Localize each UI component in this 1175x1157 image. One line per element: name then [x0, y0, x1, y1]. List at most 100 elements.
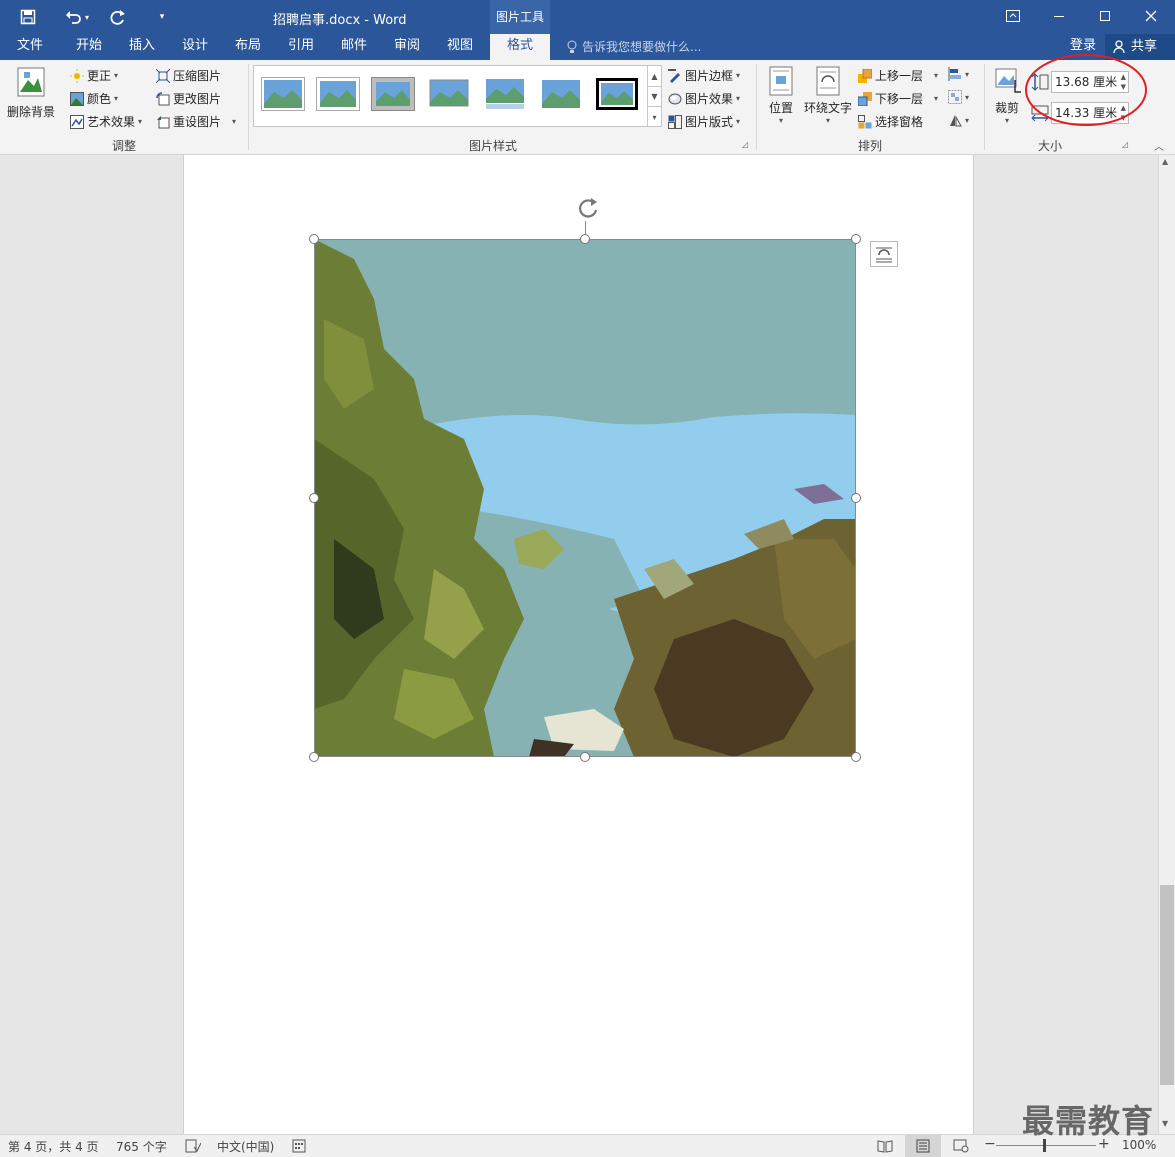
- read-mode-icon[interactable]: [877, 1139, 893, 1153]
- scroll-up-icon[interactable]: ▲: [1162, 157, 1168, 166]
- picture-style-4[interactable]: [428, 78, 470, 110]
- remove-background-button[interactable]: 删除背景: [4, 66, 58, 120]
- picture-style-6[interactable]: [540, 78, 582, 110]
- send-backward-label: 下移一层: [875, 92, 924, 106]
- vertical-scrollbar[interactable]: ▲ ▼: [1158, 155, 1175, 1134]
- resize-handle-left[interactable]: [309, 493, 319, 503]
- tab-review[interactable]: 审阅: [384, 34, 430, 60]
- change-picture-button[interactable]: 更改图片: [156, 90, 221, 107]
- title-bar: ▾ ▾ 招聘启事.docx - Word 图片工具: [0, 0, 1175, 34]
- selection-pane-icon: [858, 114, 872, 128]
- picture-style-7[interactable]: [596, 78, 638, 110]
- picture-border-button[interactable]: 图片边框 ▾: [668, 67, 740, 84]
- adjust-group-label: 调整: [111, 139, 136, 153]
- compress-icon: [156, 68, 170, 83]
- resize-handle-top-left[interactable]: [309, 234, 319, 244]
- redo-icon[interactable]: [106, 6, 130, 28]
- remove-background-label: 删除背景: [6, 105, 55, 119]
- picture-layout-button[interactable]: 图片版式 ▾: [668, 113, 740, 130]
- tab-layout[interactable]: 布局: [225, 34, 271, 60]
- resize-handle-bottom-left[interactable]: [309, 752, 319, 762]
- resize-handle-top[interactable]: [580, 234, 590, 244]
- resize-handle-right[interactable]: [851, 493, 861, 503]
- document-title: 招聘启事.docx - Word: [273, 13, 407, 28]
- tell-me-box[interactable]: 告诉我您想要做什么...: [566, 34, 701, 60]
- minimize-icon[interactable]: [1036, 0, 1082, 32]
- gallery-scroll-down-icon[interactable]: ▼: [647, 86, 661, 106]
- ribbon-display-icon[interactable]: [990, 0, 1036, 32]
- picture-style-5[interactable]: [484, 78, 526, 110]
- tab-format[interactable]: 格式: [490, 34, 550, 60]
- document-page[interactable]: [183, 155, 974, 1134]
- arrange-group-label: 排列: [857, 139, 882, 153]
- picture-styles-gallery[interactable]: ▲ ▼ ▾: [253, 65, 662, 127]
- group-divider: [984, 64, 985, 150]
- maximize-icon[interactable]: [1082, 0, 1128, 32]
- web-layout-icon[interactable]: [953, 1139, 969, 1153]
- picture-style-2[interactable]: [317, 78, 359, 110]
- position-button[interactable]: 位置 ▾: [764, 66, 798, 125]
- align-icon[interactable]: ▾: [948, 67, 969, 81]
- reset-picture-button[interactable]: 重设图片 ▾: [156, 113, 236, 130]
- tab-mailings[interactable]: 邮件: [331, 34, 377, 60]
- picture-styles-launcher-icon[interactable]: ◿: [742, 140, 748, 149]
- tab-insert[interactable]: 插入: [119, 34, 165, 60]
- picture-effects-button[interactable]: 图片效果 ▾: [668, 90, 740, 107]
- picture-style-3[interactable]: [372, 78, 414, 110]
- size-launcher-icon[interactable]: ◿: [1122, 140, 1128, 149]
- tab-home[interactable]: 开始: [66, 34, 112, 60]
- resize-handle-bottom[interactable]: [580, 752, 590, 762]
- scroll-down-icon[interactable]: ▼: [1162, 1119, 1168, 1128]
- zoom-slider[interactable]: [996, 1145, 1096, 1146]
- status-bar: 第 4 页，共 4 页 765 个字 中文(中国) − + 100%: [0, 1134, 1175, 1157]
- sun-icon: [70, 68, 84, 83]
- bring-forward-icon: [858, 68, 872, 83]
- highlight-circle: [1025, 54, 1147, 126]
- artistic-effects-button[interactable]: 艺术效果 ▾: [70, 113, 142, 130]
- send-backward-button[interactable]: 下移一层 ▾: [858, 90, 938, 107]
- tab-references[interactable]: 引用: [278, 34, 324, 60]
- picture-border-label: 图片边框: [685, 69, 734, 83]
- color-label: 颜色: [87, 92, 112, 106]
- collapse-ribbon-icon[interactable]: ︿: [1154, 138, 1164, 153]
- group-icon[interactable]: ▾: [948, 90, 969, 104]
- zoom-out-icon[interactable]: −: [984, 1136, 996, 1152]
- scrollbar-thumb[interactable]: [1160, 885, 1174, 1085]
- rotate-handle-icon[interactable]: [575, 195, 601, 221]
- gallery-more-icon[interactable]: ▾: [647, 106, 661, 127]
- proofing-icon[interactable]: [185, 1139, 201, 1153]
- crop-icon: [995, 68, 1021, 93]
- word-count[interactable]: 765 个字: [116, 1138, 167, 1155]
- undo-icon[interactable]: ▾: [58, 6, 96, 28]
- selection-pane-label: 选择窗格: [875, 115, 924, 129]
- save-icon[interactable]: [16, 6, 40, 28]
- close-icon[interactable]: [1128, 0, 1174, 32]
- position-icon: [769, 66, 793, 96]
- layout-options-button[interactable]: [870, 241, 898, 267]
- corrections-label: 更正: [87, 69, 112, 83]
- resize-handle-top-right[interactable]: [851, 234, 861, 244]
- tell-me-placeholder: 告诉我您想要做什么...: [582, 40, 702, 54]
- resize-handle-bottom-right[interactable]: [851, 752, 861, 762]
- picture-style-1[interactable]: [262, 78, 304, 110]
- selection-pane-button[interactable]: 选择窗格: [858, 113, 923, 130]
- gallery-scroll-up-icon[interactable]: ▲: [647, 66, 661, 86]
- page-count[interactable]: 第 4 页，共 4 页: [8, 1138, 99, 1155]
- artistic-effects-icon: [70, 114, 84, 129]
- wrap-text-button[interactable]: 环绕文字 ▾: [802, 66, 854, 125]
- color-button[interactable]: 颜色 ▾: [70, 90, 118, 107]
- rotate-icon[interactable]: ▾: [948, 113, 969, 127]
- tab-file[interactable]: 文件: [8, 34, 52, 60]
- tab-view[interactable]: 视图: [437, 34, 483, 60]
- language-indicator[interactable]: 中文(中国): [217, 1138, 274, 1155]
- print-layout-button[interactable]: [905, 1135, 941, 1157]
- corrections-button[interactable]: 更正 ▾: [70, 67, 118, 84]
- macro-icon[interactable]: [292, 1139, 306, 1153]
- customize-icon[interactable]: ▾: [152, 6, 172, 28]
- crop-button[interactable]: 裁剪 ▾: [990, 66, 1024, 125]
- tab-design[interactable]: 设计: [172, 34, 218, 60]
- compress-pictures-button[interactable]: 压缩图片: [156, 67, 221, 84]
- bring-forward-button[interactable]: 上移一层 ▾: [858, 67, 938, 84]
- group-divider: [756, 64, 757, 150]
- layout-options-icon: [876, 247, 892, 263]
